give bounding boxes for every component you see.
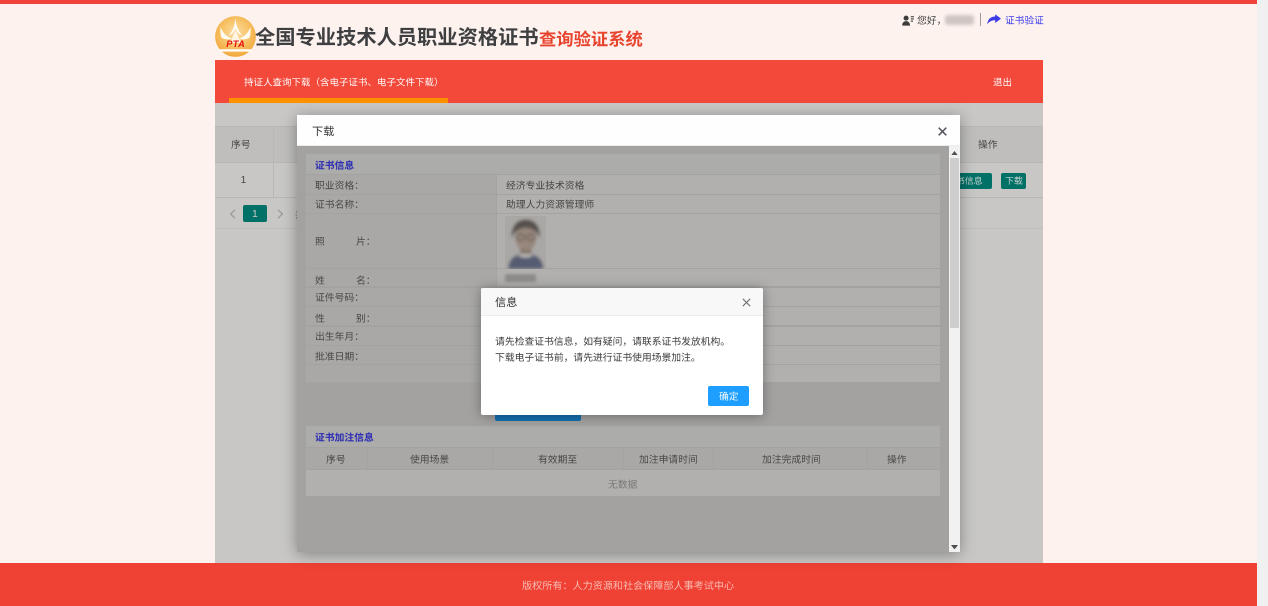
svg-text:PTA: PTA [226, 39, 245, 49]
